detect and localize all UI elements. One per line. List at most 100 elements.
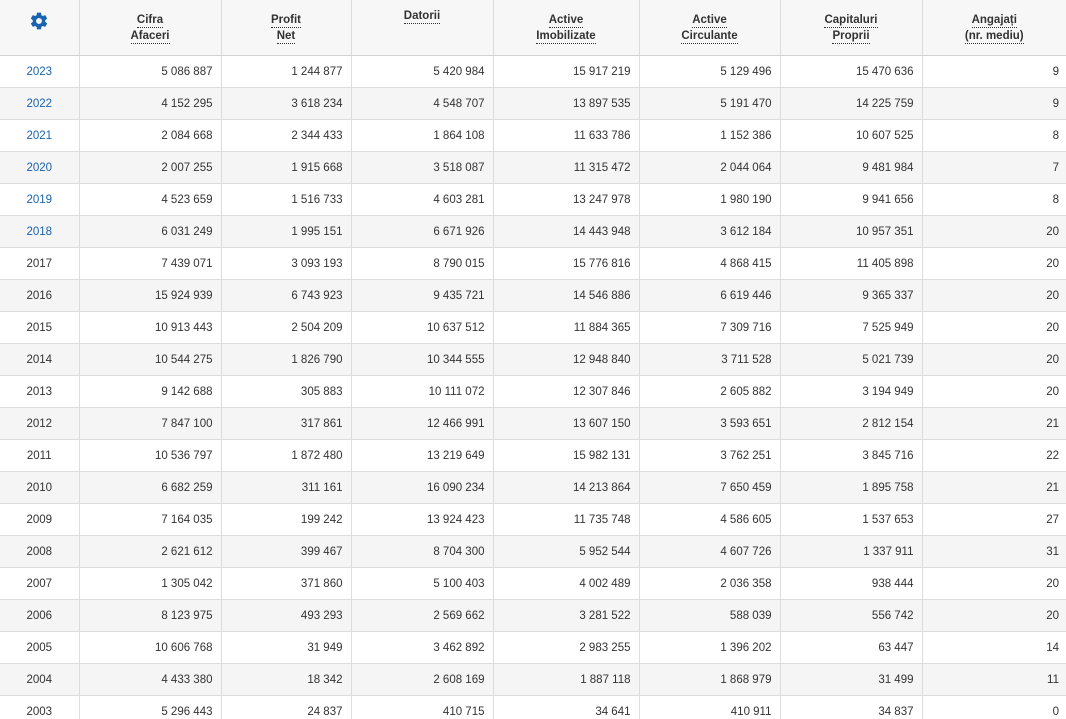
year-link[interactable]: 2019 (26, 194, 52, 206)
active-circulante-cell: 6 619 446 (639, 279, 781, 312)
angajati-cell: 14 (922, 631, 1066, 664)
table-row: 2010 6 682 259 311 161 16 090 234 14 213 864… (0, 471, 1066, 504)
active-circulante-cell: 1 868 979 (639, 663, 781, 696)
year-cell: 2021 (0, 119, 80, 152)
header-line2: Circulante (681, 29, 738, 44)
year-link[interactable]: 2018 (26, 226, 52, 238)
angajati-cell: 8 (922, 119, 1066, 152)
active-circulante-cell: 3 593 651 (639, 407, 781, 440)
year-label: 2010 (26, 481, 53, 494)
year-label: 2017 (26, 257, 53, 270)
cifra-afaceri-cell: 10 913 443 (79, 311, 222, 344)
year-link[interactable]: 2023 (26, 66, 52, 78)
cifra-afaceri-cell: 8 123 975 (79, 599, 222, 632)
header-angajati[interactable]: Angajați (nr. mediu) (922, 0, 1066, 56)
header-datorii[interactable]: Datorii (351, 0, 494, 56)
settings-header-cell (0, 0, 80, 56)
datorii-cell: 6 671 926 (351, 215, 494, 248)
header-line1: Cifra (136, 13, 164, 28)
year-cell: 2011 (0, 439, 80, 472)
active-circulante-cell: 7 309 716 (639, 311, 781, 344)
capitaluri-proprii-cell: 63 447 (780, 631, 923, 664)
active-imobilizate-cell: 34 641 (493, 695, 640, 719)
profit-net-cell: 1 872 480 (221, 439, 352, 472)
profit-net-cell: 305 883 (221, 375, 352, 408)
capitaluri-proprii-cell: 9 941 656 (780, 183, 923, 216)
table-row: 2017 7 439 071 3 093 193 8 790 015 15 776 81… (0, 247, 1066, 280)
year-label: 2011 (26, 449, 52, 462)
year-cell: 2004 (0, 663, 80, 696)
capitaluri-proprii-cell: 556 742 (780, 599, 923, 632)
angajati-cell: 21 (922, 471, 1066, 504)
angajati-cell: 8 (922, 183, 1066, 216)
table-row: 2011 10 536 797 1 872 480 13 219 649 15 982 … (0, 439, 1066, 472)
header-profit-net[interactable]: Profit Net (221, 0, 352, 56)
year-cell: 2019 (0, 183, 80, 216)
capitaluri-proprii-cell: 3 194 949 (780, 375, 923, 408)
year-cell: 2016 (0, 279, 80, 312)
profit-net-cell: 24 837 (221, 695, 352, 719)
angajati-cell: 20 (922, 247, 1066, 280)
cifra-afaceri-cell: 10 606 768 (79, 631, 222, 664)
active-circulante-cell: 2 044 064 (639, 151, 781, 184)
active-imobilizate-cell: 11 315 472 (493, 151, 640, 184)
header-capitaluri-proprii[interactable]: Capitaluri Proprii (780, 0, 923, 56)
year-cell: 2023 (0, 55, 80, 88)
year-label: 2005 (26, 641, 53, 654)
year-cell: 2006 (0, 599, 80, 632)
year-link[interactable]: 2020 (26, 162, 52, 174)
active-imobilizate-cell: 13 247 978 (493, 183, 640, 216)
datorii-cell: 10 637 512 (351, 311, 494, 344)
cifra-afaceri-cell: 6 682 259 (79, 471, 222, 504)
table-row: 2004 4 433 380 18 342 2 608 169 1 887 118 1 8… (0, 663, 1066, 696)
table-row: 2016 15 924 939 6 743 923 9 435 721 14 546 8… (0, 279, 1066, 312)
angajati-cell: 9 (922, 55, 1066, 88)
angajati-cell: 20 (922, 215, 1066, 248)
cifra-afaceri-cell: 1 305 042 (79, 567, 222, 600)
angajati-cell: 20 (922, 311, 1066, 344)
year-link[interactable]: 2021 (26, 130, 52, 142)
active-imobilizate-cell: 12 948 840 (493, 343, 640, 376)
header-cifra-afaceri[interactable]: Cifra Afaceri (79, 0, 222, 56)
cifra-afaceri-cell: 7 847 100 (79, 407, 222, 440)
header-line1: Angajați (971, 13, 1017, 28)
active-circulante-cell: 588 039 (639, 599, 781, 632)
financial-table: Cifra Afaceri Profit Net Datorii Active … (0, 0, 1066, 719)
year-label: 2009 (26, 513, 53, 526)
active-imobilizate-cell: 11 884 365 (493, 311, 640, 344)
datorii-cell: 9 435 721 (351, 279, 494, 312)
angajati-cell: 20 (922, 343, 1066, 376)
datorii-cell: 3 518 087 (351, 151, 494, 184)
profit-net-cell: 2 504 209 (221, 311, 352, 344)
year-cell: 2010 (0, 471, 80, 504)
active-circulante-cell: 3 612 184 (639, 215, 781, 248)
header-line1: Active (548, 13, 584, 28)
active-imobilizate-cell: 15 917 219 (493, 55, 640, 88)
profit-net-cell: 199 242 (221, 503, 352, 536)
angajati-cell: 20 (922, 375, 1066, 408)
year-label: 2006 (26, 609, 53, 622)
year-cell: 2008 (0, 535, 80, 568)
header-active-circulante[interactable]: Active Circulante (639, 0, 781, 56)
header-active-imobilizate[interactable]: Active Imobilizate (493, 0, 640, 56)
datorii-cell: 3 462 892 (351, 631, 494, 664)
active-circulante-cell: 5 129 496 (639, 55, 781, 88)
header-line2: Afaceri (130, 29, 170, 44)
year-cell: 2015 (0, 311, 80, 344)
table-row: 2021 2 084 668 2 344 433 1 864 108 11 633 78… (0, 119, 1066, 152)
header-line1: Profit (270, 13, 302, 28)
datorii-cell: 5 100 403 (351, 567, 494, 600)
capitaluri-proprii-cell: 1 895 758 (780, 471, 923, 504)
capitaluri-proprii-cell: 9 365 337 (780, 279, 923, 312)
gear-icon[interactable] (29, 11, 49, 31)
table-row: 2008 2 621 612 399 467 8 704 300 5 952 544 4 … (0, 535, 1066, 568)
active-circulante-cell: 1 980 190 (639, 183, 781, 216)
active-imobilizate-cell: 4 002 489 (493, 567, 640, 600)
year-link[interactable]: 2022 (26, 98, 52, 110)
capitaluri-proprii-cell: 5 021 739 (780, 343, 923, 376)
profit-net-cell: 3 618 234 (221, 87, 352, 120)
profit-net-cell: 1 826 790 (221, 343, 352, 376)
header-row: Cifra Afaceri Profit Net Datorii Active … (0, 0, 1066, 56)
header-line2: Imobilizate (536, 29, 596, 44)
active-circulante-cell: 4 868 415 (639, 247, 781, 280)
